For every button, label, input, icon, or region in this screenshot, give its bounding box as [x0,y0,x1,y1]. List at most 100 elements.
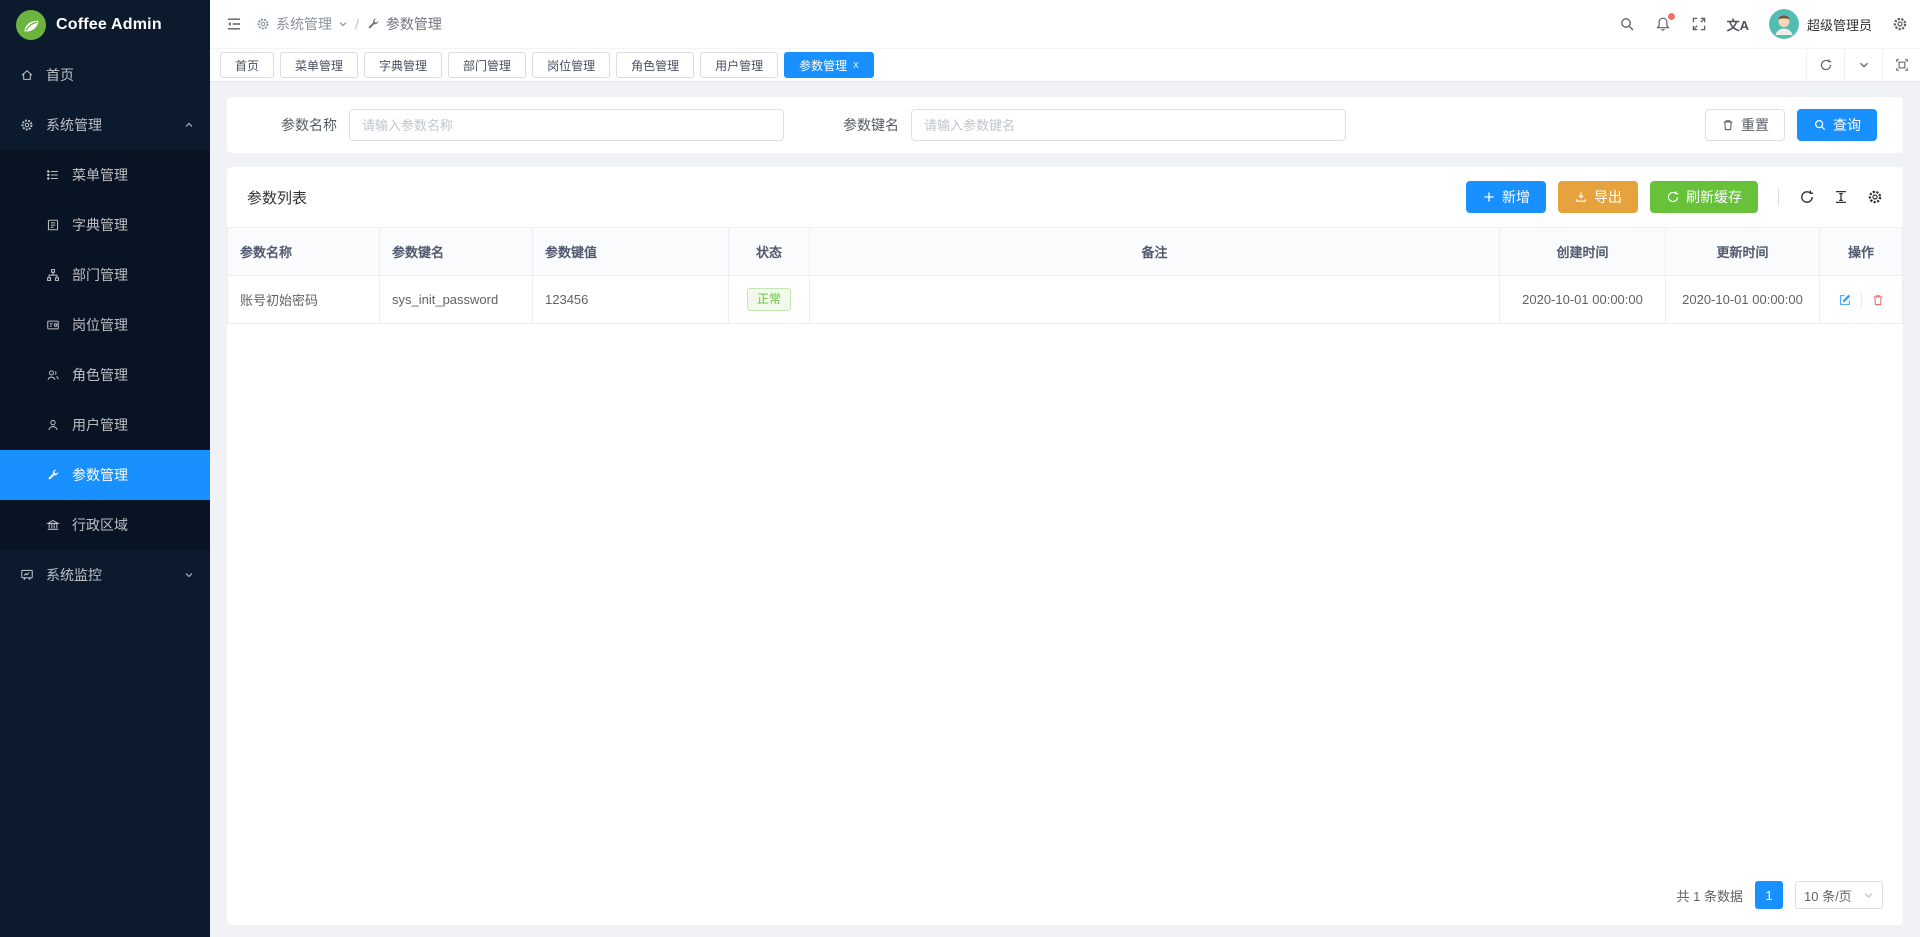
app-logo[interactable]: Coffee Admin [0,0,210,50]
notification-badge [1668,13,1675,20]
col-status: 状态 [729,228,810,276]
tab-menu-mgmt[interactable]: 菜单管理 [280,52,358,78]
cell-param-name: 账号初始密码 [228,276,380,324]
monitor-icon [20,568,34,582]
search-form: 参数名称 参数键名 重置 [227,97,1903,153]
sidebar-item-label: 首页 [46,65,74,85]
settings-gear-icon[interactable] [1892,16,1908,32]
query-button[interactable]: 查询 [1797,109,1877,141]
add-button[interactable]: 新增 [1466,181,1546,213]
tab-dept-mgmt[interactable]: 部门管理 [448,52,526,78]
sidebar-item-region[interactable]: 行政区域 [0,500,210,550]
plus-icon [1482,190,1496,204]
refresh-table-icon[interactable] [1799,189,1815,205]
page-size-select[interactable]: 10 条/页 [1795,881,1883,909]
tab-close-icon[interactable]: x [853,59,859,71]
table-header-row: 参数名称 参数键名 参数键值 状态 备注 创建时间 更新时间 操作 [228,228,1903,276]
user-icon [46,418,60,432]
col-updated: 更新时间 [1666,228,1820,276]
refresh-icon [1666,190,1680,204]
sidebar-item-user-mgmt[interactable]: 用户管理 [0,400,210,450]
gear-icon [20,118,34,132]
chevron-down-icon [1863,890,1874,901]
home-icon [20,68,34,82]
tabs-bar: 首页 菜单管理 字典管理 部门管理 岗位管理 角色管理 用户管理 参数管理 x [210,48,1920,82]
cell-status: 正常 [729,276,810,324]
breadcrumb-current: 参数管理 [366,14,442,34]
pagination-page-1[interactable]: 1 [1755,881,1783,909]
sidebar-item-system[interactable]: 系统管理 [0,100,210,150]
refresh-cache-button[interactable]: 刷新缓存 [1650,181,1758,213]
cell-actions [1820,276,1903,324]
tab-post-mgmt[interactable]: 岗位管理 [532,52,610,78]
wrench-icon [46,468,60,482]
sidebar-item-dept-mgmt[interactable]: 部门管理 [0,250,210,300]
chevron-down-icon [338,19,348,29]
breadcrumb: 系统管理 / 参数管理 [256,14,442,34]
chevron-down-icon [184,570,194,580]
sidebar-item-post-mgmt[interactable]: 岗位管理 [0,300,210,350]
sidebar-item-monitor[interactable]: 系统监控 [0,550,210,600]
edit-icon[interactable] [1838,293,1852,307]
breadcrumb-parent[interactable]: 系统管理 [256,14,348,34]
sidebar-item-dict-mgmt[interactable]: 字典管理 [0,200,210,250]
leaf-logo-icon [16,10,46,40]
tab-user-mgmt[interactable]: 用户管理 [700,52,778,78]
language-icon[interactable]: 文A [1727,15,1749,34]
refresh-tab-icon[interactable] [1806,49,1844,81]
export-button[interactable]: 导出 [1558,181,1638,213]
param-name-label: 参数名称 [267,115,337,135]
sidebar-item-label: 部门管理 [72,265,128,285]
column-settings-gear-icon[interactable] [1867,189,1883,205]
cell-param-value: 123456 [533,276,729,324]
sidebar-item-label: 用户管理 [72,415,128,435]
maximize-content-icon[interactable] [1882,49,1920,81]
list-icon [46,168,60,182]
tab-home[interactable]: 首页 [220,52,274,78]
sidebar-item-label: 参数管理 [72,465,128,485]
sidebar-item-role-mgmt[interactable]: 角色管理 [0,350,210,400]
cell-remark [810,276,1500,324]
table-row: 账号初始密码 sys_init_password 123456 正常 2020-… [228,276,1903,324]
sidebar-collapse-icon[interactable] [226,16,242,32]
param-name-input[interactable] [349,109,784,141]
delete-icon[interactable] [1871,293,1885,307]
sidebar-item-param-mgmt[interactable]: 参数管理 [0,450,210,500]
wrench-icon [366,17,380,31]
id-badge-icon [46,318,60,332]
pagination: 共 1 条数据 1 10 条/页 [227,881,1903,925]
chevron-up-icon [184,120,194,130]
reset-button[interactable]: 重置 [1705,109,1785,141]
trash-icon [1721,118,1735,132]
user-menu[interactable]: 超级管理员 [1769,9,1872,39]
tab-role-mgmt[interactable]: 角色管理 [616,52,694,78]
density-icon[interactable] [1833,189,1849,205]
tab-dict-mgmt[interactable]: 字典管理 [364,52,442,78]
sidebar-item-home[interactable]: 首页 [0,50,210,100]
search-icon[interactable] [1619,16,1635,32]
param-key-label: 参数键名 [829,115,899,135]
status-badge: 正常 [747,288,791,310]
col-actions: 操作 [1820,228,1903,276]
sidebar-item-menu-mgmt[interactable]: 菜单管理 [0,150,210,200]
search-icon [1813,118,1827,132]
dictionary-icon [46,218,60,232]
sidebar-item-label: 角色管理 [72,365,128,385]
tab-options-chevron-icon[interactable] [1844,49,1882,81]
page-content: 参数名称 参数键名 重置 [210,82,1920,937]
tab-param-mgmt[interactable]: 参数管理 x [784,52,874,78]
roles-icon [46,368,60,382]
notification-bell-icon[interactable] [1655,16,1671,32]
sidebar-item-label: 系统管理 [46,115,102,135]
username: 超级管理员 [1807,15,1872,34]
sidebar: Coffee Admin 首页 系统管理 [0,0,210,937]
param-list-card: 参数列表 新增 导出 [227,167,1903,925]
main-area: 系统管理 / 参数管理 [210,0,1920,937]
param-table: 参数名称 参数键名 参数键值 状态 备注 创建时间 更新时间 操作 账号初始密码… [227,227,1903,324]
gear-icon [256,17,270,31]
top-navbar: 系统管理 / 参数管理 [210,0,1920,48]
fullscreen-icon[interactable] [1691,16,1707,32]
bank-icon [46,518,60,532]
sidebar-item-label: 系统监控 [46,565,102,585]
param-key-input[interactable] [911,109,1346,141]
